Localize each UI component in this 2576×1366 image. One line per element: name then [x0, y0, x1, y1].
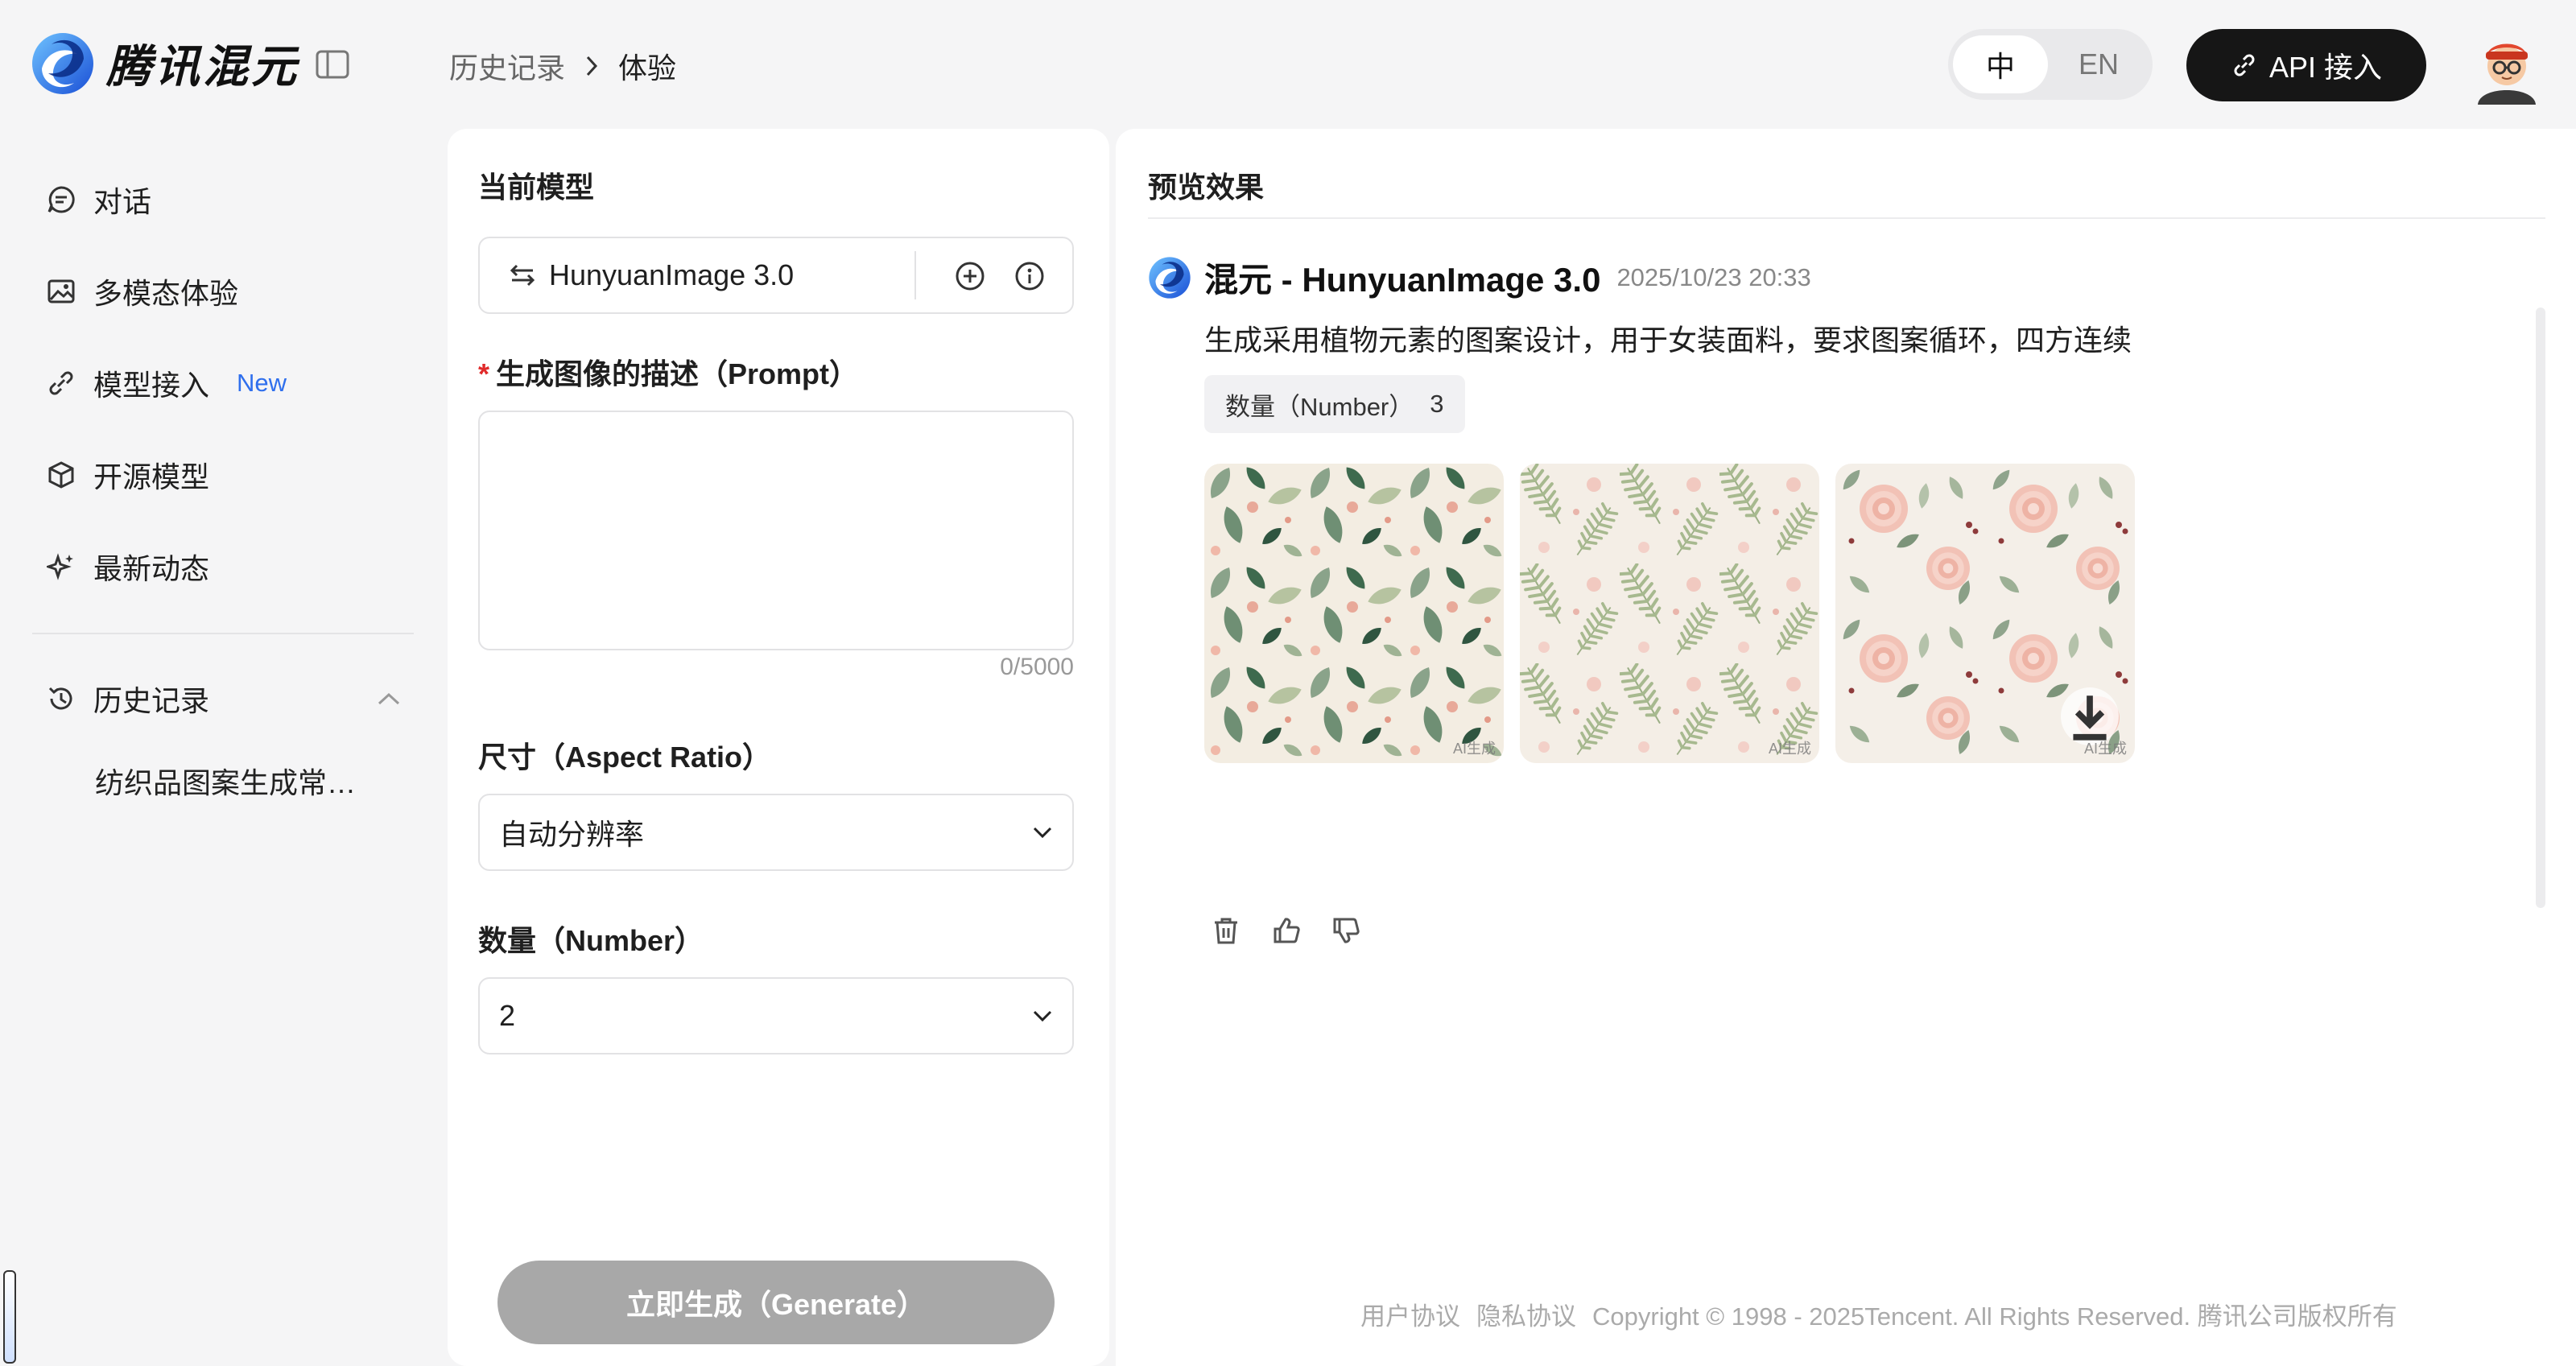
chat-icon: [47, 186, 75, 213]
image-icon: [47, 279, 75, 303]
ai-watermark: AI生成: [1452, 741, 1496, 757]
plug-icon: [49, 371, 73, 395]
ai-watermark: AI生成: [2083, 741, 2127, 757]
result-tag-value: 3: [1430, 390, 1444, 418]
model-switch-button[interactable]: HunyuanImage 3.0: [509, 238, 794, 312]
model-selector: HunyuanImage 3.0: [478, 237, 1074, 314]
history-icon: [48, 687, 72, 710]
result-tag-label: 数量（Number）: [1225, 392, 1414, 421]
result-prompt: 生成采用植物元素的图案设计，用于女装面料，要求图案循环，四方连续: [1204, 324, 2132, 357]
preview-scrollbar[interactable]: [2536, 307, 2545, 908]
like-button[interactable]: [1272, 916, 1301, 945]
trash-icon: [1215, 918, 1237, 944]
number-value: 2: [499, 999, 516, 1032]
model-name: HunyuanImage 3.0: [549, 258, 795, 291]
preview-title: 预览效果: [1148, 171, 1265, 204]
current-model-label: 当前模型: [478, 171, 595, 204]
sidebar-item-model-access[interactable]: 模型接入 New: [47, 359, 287, 407]
history-section-toggle[interactable]: 历史记录: [47, 675, 401, 723]
sidebar-item-label: 对话: [93, 185, 152, 218]
prompt-char-counter: 0/5000: [1000, 654, 1074, 680]
cube-icon: [48, 461, 74, 489]
user-agreement-link[interactable]: 用户协议: [1360, 1296, 1460, 1332]
aspect-ratio-select[interactable]: 自动分辨率: [478, 794, 1074, 871]
download-icon: [2073, 695, 2107, 741]
breadcrumb-current: 体验: [618, 52, 677, 85]
number-label: 数量（Number）: [478, 924, 704, 957]
hunyuan-logo-icon: [1149, 256, 1191, 299]
sidebar-item-multimodal[interactable]: 多模态体验: [47, 267, 238, 316]
sidebar-item-label: 最新动态: [93, 552, 210, 585]
new-badge: New: [237, 369, 287, 397]
fern-pattern-image[interactable]: AI生成: [1520, 464, 1819, 763]
sidebar-item-label: 开源模型: [93, 460, 210, 493]
top-header: 腾讯混元 历史记录 体验 中 EN API 接入: [0, 0, 2576, 129]
leaf-pattern-image[interactable]: AI生成: [1204, 464, 1504, 763]
ai-watermark: AI生成: [1768, 741, 1811, 757]
generation-form-panel: 当前模型 HunyuanImage 3.0 * 生成图像的描述（Prompt） …: [448, 129, 1109, 1366]
chevron-down-icon: [1033, 1010, 1052, 1022]
copyright-text: Copyright © 1998 - 2025Tencent. All Righ…: [1592, 1302, 2397, 1331]
plus-circle-icon: [956, 262, 985, 291]
required-mark: *: [478, 357, 490, 390]
model-divider: [914, 251, 916, 299]
result-title: 混元 - HunyuanImage 3.0: [1204, 261, 1601, 299]
sidebar-toggle-button[interactable]: [316, 50, 349, 79]
footer: 用户协议 隐私协议 Copyright © 1998 - 2025Tencent…: [1360, 1296, 2397, 1332]
aspect-ratio-value: 自动分辨率: [499, 818, 645, 851]
language-switch: 中 EN: [1948, 29, 2153, 100]
brand-name: 腾讯混元: [106, 41, 299, 93]
dislike-button[interactable]: [1331, 916, 1360, 945]
sidebar-item-label: 模型接入: [93, 369, 210, 402]
chevron-up-icon: [378, 692, 400, 705]
generate-button[interactable]: 立即生成（Generate）: [497, 1261, 1055, 1344]
preview-panel: 预览效果 混元 - HunyuanImage 3.0 2025/10/23 20…: [1116, 129, 2576, 1366]
sidebar-item-chat[interactable]: 对话: [47, 175, 151, 224]
add-model-button[interactable]: [955, 261, 985, 291]
history-section-label: 历史记录: [93, 684, 210, 717]
sparkle-icon: [47, 553, 73, 580]
user-avatar[interactable]: [2470, 27, 2544, 105]
thumbs-up-icon: [1274, 918, 1300, 943]
sidebar-divider: [32, 633, 414, 634]
privacy-link[interactable]: 隐私协议: [1476, 1296, 1576, 1332]
sidebar-item-open-source[interactable]: 开源模型: [47, 451, 209, 499]
result-timestamp: 2025/10/23 20:33: [1616, 262, 1811, 291]
chevron-down-icon: [1033, 827, 1052, 839]
language-en-option[interactable]: EN: [2051, 35, 2146, 93]
delete-button[interactable]: [1212, 916, 1240, 945]
api-access-label: API 接入: [2268, 51, 2383, 84]
model-info-button[interactable]: [1014, 261, 1045, 291]
api-access-button[interactable]: API 接入: [2186, 29, 2426, 101]
sidebar-toggle-icon: [316, 50, 349, 79]
peony-pattern-image[interactable]: AI生成: [1835, 464, 2135, 763]
sidebar-item-news[interactable]: 最新动态: [47, 543, 209, 591]
breadcrumb-history-link[interactable]: 历史记录: [449, 45, 565, 87]
breadcrumb: 历史记录 体验: [449, 45, 676, 87]
left-scrollbar[interactable]: [3, 1270, 16, 1364]
number-select[interactable]: 2: [478, 977, 1074, 1054]
result-header: 混元 - HunyuanImage 3.0 2025/10/23 20:33: [1148, 253, 1811, 302]
sidebar-item-label: 多模态体验: [93, 277, 239, 310]
link-icon: [2234, 54, 2255, 76]
prompt-label-text: 生成图像的描述（Prompt）: [496, 357, 859, 390]
brand-logo[interactable]: 腾讯混元: [31, 31, 299, 96]
swap-icon: [510, 264, 535, 287]
info-icon: [1015, 262, 1044, 291]
history-item[interactable]: 纺织品图案生成常见问题: [95, 760, 385, 802]
chevron-right-icon: [586, 56, 598, 76]
preview-divider: [1148, 217, 2545, 219]
prompt-label: * 生成图像的描述（Prompt）: [478, 351, 858, 393]
language-zh-option[interactable]: 中: [1953, 35, 2048, 93]
prompt-textarea[interactable]: [478, 411, 1074, 650]
hunyuan-logo-icon: [32, 32, 93, 94]
thumbs-down-icon: [1333, 918, 1360, 943]
result-number-tag: 数量（Number） 3: [1204, 375, 1465, 433]
aspect-ratio-label: 尺寸（Aspect Ratio）: [478, 741, 772, 774]
